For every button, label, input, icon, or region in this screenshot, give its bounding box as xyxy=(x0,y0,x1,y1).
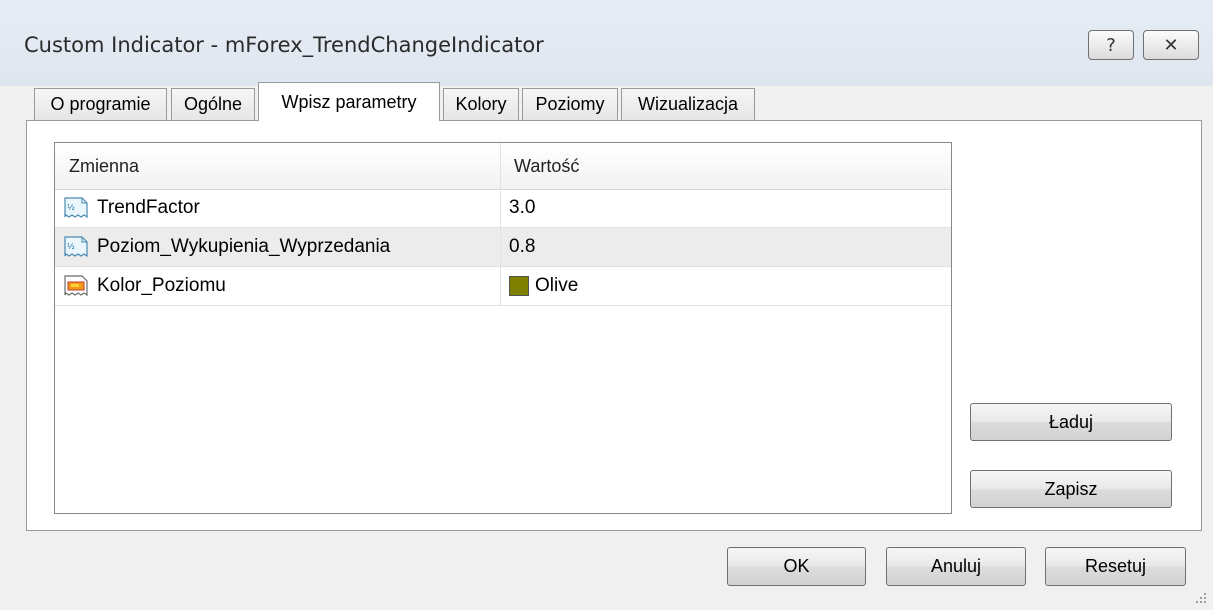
tab-label: Kolory xyxy=(455,94,507,114)
color-swatch xyxy=(509,276,529,296)
close-button[interactable]: ✕ xyxy=(1143,30,1199,60)
dialog-window: Custom Indicator - mForex_TrendChangeInd… xyxy=(0,0,1213,610)
param-value-cell[interactable]: 3.0 xyxy=(502,189,951,227)
column-header-variable[interactable]: Zmienna xyxy=(55,143,501,189)
tab-wizualizacja[interactable]: Wizualizacja xyxy=(621,88,755,120)
param-name-cell: ½ TrendFactor xyxy=(55,189,501,227)
close-icon: ✕ xyxy=(1163,34,1179,56)
param-name: TrendFactor xyxy=(97,197,200,218)
tab-label: Ogólne xyxy=(183,94,243,114)
tab-label: Poziomy xyxy=(535,94,605,114)
param-value-cell[interactable]: Olive xyxy=(502,267,951,305)
param-name-cell: Kolor_Poziomu xyxy=(55,267,501,305)
table-row[interactable]: Kolor_Poziomu Olive xyxy=(55,267,951,306)
number-param-icon: ½ xyxy=(64,236,88,258)
param-name: Kolor_Poziomu xyxy=(97,275,226,296)
param-value: 3.0 xyxy=(509,197,536,218)
param-value: Olive xyxy=(535,275,579,296)
save-button[interactable]: Zapisz xyxy=(970,470,1172,508)
tab-o-programie[interactable]: O programie xyxy=(34,88,167,120)
tab-label: Wpisz parametry xyxy=(281,91,417,112)
param-value-cell[interactable]: 0.8 xyxy=(502,228,951,266)
svg-text:½: ½ xyxy=(67,203,75,212)
tab-ogolne[interactable]: Ogólne xyxy=(171,88,255,120)
help-icon: ? xyxy=(1106,34,1116,56)
resize-grip-icon[interactable] xyxy=(1193,590,1207,604)
tab-label: Wizualizacja xyxy=(637,94,739,114)
help-button[interactable]: ? xyxy=(1088,30,1134,60)
tab-poziomy[interactable]: Poziomy xyxy=(522,88,618,120)
param-name: Poziom_Wykupienia_Wyprzedania xyxy=(97,236,391,257)
table-row[interactable]: ½ Poziom_Wykupienia_Wyprzedania 0.8 xyxy=(55,228,951,267)
load-button[interactable]: Ładuj xyxy=(970,403,1172,441)
color-param-icon xyxy=(64,275,88,297)
column-header-value[interactable]: Wartość xyxy=(502,143,951,189)
number-param-icon: ½ xyxy=(64,197,88,219)
reset-button[interactable]: Resetuj xyxy=(1045,547,1186,586)
param-name-cell: ½ Poziom_Wykupienia_Wyprzedania xyxy=(55,228,501,266)
ok-button[interactable]: OK xyxy=(727,547,866,586)
parameters-grid: Zmienna Wartość ½ TrendFactor 3.0 ½ Pozi… xyxy=(54,142,952,514)
grid-header: Zmienna Wartość xyxy=(55,143,951,190)
param-value: 0.8 xyxy=(509,236,536,257)
tab-panel: Zmienna Wartość ½ TrendFactor 3.0 ½ Pozi… xyxy=(26,120,1202,531)
window-title: Custom Indicator - mForex_TrendChangeInd… xyxy=(24,33,544,57)
tab-label: O programie xyxy=(50,94,151,114)
svg-text:½: ½ xyxy=(67,242,75,251)
title-bar: Custom Indicator - mForex_TrendChangeInd… xyxy=(0,0,1213,86)
table-row[interactable]: ½ TrendFactor 3.0 xyxy=(55,189,951,228)
cancel-button[interactable]: Anuluj xyxy=(886,547,1026,586)
tab-wpisz-parametry[interactable]: Wpisz parametry xyxy=(258,82,440,121)
tab-kolory[interactable]: Kolory xyxy=(443,88,519,120)
